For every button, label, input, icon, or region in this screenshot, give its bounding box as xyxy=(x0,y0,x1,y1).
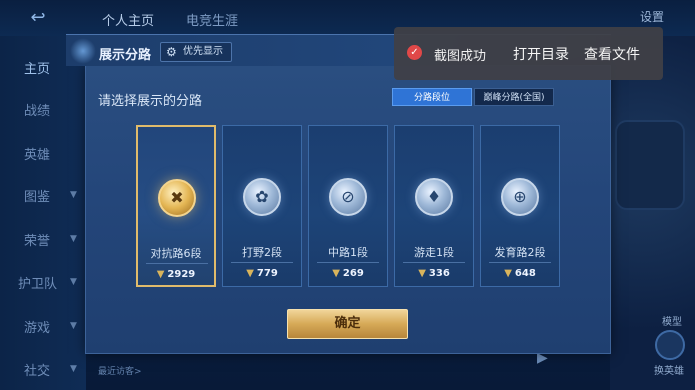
lane-card-label: 发育路2段 xyxy=(494,246,546,259)
lane-card-jungle[interactable]: ✿ 打野2段 ▼ 779 xyxy=(222,125,302,287)
lane-card-label: 中路1段 xyxy=(328,246,368,259)
claw-emblem-icon: ✿ xyxy=(243,178,281,216)
divider xyxy=(317,262,379,263)
toast-message: 截图成功 xyxy=(434,49,487,64)
select-lane-prompt: 请选择展示的分路 xyxy=(98,94,203,109)
lane-card-mid[interactable]: ⊘ 中路1段 ▼ 269 xyxy=(308,125,388,287)
rank-points-icon: ▼ xyxy=(156,269,165,280)
sidebar-item-records[interactable]: 战绩 xyxy=(24,100,50,119)
divider xyxy=(403,262,465,263)
lane-score: ▼ 779 xyxy=(223,268,301,279)
lane-score-value: 648 xyxy=(514,268,536,279)
sidebar-item-games[interactable]: 游戏 xyxy=(24,317,50,336)
lane-score-value: 269 xyxy=(342,268,364,279)
hero-model-image xyxy=(615,120,685,210)
lane-score: ▼ 269 xyxy=(309,268,387,279)
chevron-down-icon: ▼ xyxy=(70,277,77,287)
settings-button[interactable]: 设置 xyxy=(640,8,664,25)
screenshot-toast: ✓ 截图成功 打开目录 查看文件 xyxy=(394,27,663,80)
rank-points-icon: ▼ xyxy=(504,268,512,279)
chevron-down-icon: ▼ xyxy=(70,364,77,374)
sword-emblem-icon: ✖ xyxy=(158,179,196,217)
tab-peak-lane-national[interactable]: 巅峰分路(全国) xyxy=(474,88,554,106)
header-glow-icon xyxy=(70,38,96,64)
sidebar-item-home[interactable]: 主页 xyxy=(24,58,50,77)
chevron-down-icon: ▼ xyxy=(70,234,77,244)
lane-card-farm[interactable]: ⊕ 发育路2段 ▼ 648 xyxy=(480,125,560,287)
sidebar-item-heroes[interactable]: 英雄 xyxy=(24,144,50,163)
tab-esports-career[interactable]: 电竞生涯 xyxy=(186,10,238,29)
lane-score-value: 779 xyxy=(256,268,278,279)
lane-card-label: 对抗路6段 xyxy=(150,247,202,260)
divider xyxy=(231,262,293,263)
recent-visitors-link[interactable]: 最近访客> xyxy=(98,364,142,377)
lane-score: ▼ 2929 xyxy=(138,269,214,280)
priority-display-button[interactable]: ⚙ 优先显示 xyxy=(160,42,232,62)
chevron-down-icon: ▼ xyxy=(70,321,77,331)
divider xyxy=(146,263,208,264)
lane-card-roam[interactable]: ♦ 游走1段 ▼ 336 xyxy=(394,125,474,287)
tab-lane-rank[interactable]: 分路段位 xyxy=(392,88,472,106)
sidebar-item-honor[interactable]: 荣誉 xyxy=(24,230,50,249)
sidebar: 主页 战绩 英雄 图鉴 ▼ 荣誉 ▼ 护卫队 ▼ 游戏 ▼ 社交 ▼ xyxy=(0,36,86,390)
sidebar-item-guard[interactable]: 护卫队 xyxy=(18,273,57,292)
sidebar-item-social[interactable]: 社交 xyxy=(24,360,50,379)
lane-score: ▼ 336 xyxy=(395,268,473,279)
lane-card-label: 打野2段 xyxy=(242,246,282,259)
gear-icon: ⚙ xyxy=(166,45,177,59)
change-hero-button[interactable]: 换英雄 xyxy=(654,362,684,377)
view-file-link[interactable]: 查看文件 xyxy=(584,44,640,64)
rank-points-icon: ▼ xyxy=(246,268,254,279)
staff-emblem-icon: ⊘ xyxy=(329,178,367,216)
model-button[interactable]: 模型 xyxy=(662,313,682,328)
priority-display-label: 优先显示 xyxy=(183,46,223,57)
rank-points-icon: ▼ xyxy=(418,268,426,279)
lane-card-label: 游走1段 xyxy=(414,246,454,259)
change-hero-icon[interactable] xyxy=(655,330,685,360)
back-arrow-icon[interactable]: ↩ xyxy=(20,8,56,28)
shield-emblem-icon: ♦ xyxy=(415,178,453,216)
divider xyxy=(489,262,551,263)
chevron-down-icon: ▼ xyxy=(70,190,77,200)
panel-title: 展示分路 xyxy=(99,48,152,63)
lane-score: ▼ 648 xyxy=(481,268,559,279)
open-directory-link[interactable]: 打开目录 xyxy=(513,44,569,64)
bow-emblem-icon: ⊕ xyxy=(501,178,539,216)
tab-profile[interactable]: 个人主页 xyxy=(102,10,154,29)
lane-score-value: 336 xyxy=(428,268,450,279)
lane-card-top[interactable]: ✖ 对抗路6段 ▼ 2929 xyxy=(136,125,216,287)
rank-points-icon: ▼ xyxy=(332,268,340,279)
sidebar-item-codex[interactable]: 图鉴 xyxy=(24,186,50,205)
lane-score-value: 2929 xyxy=(167,269,196,280)
confirm-button[interactable]: 确定 xyxy=(287,309,408,339)
check-circle-icon: ✓ xyxy=(407,45,422,60)
